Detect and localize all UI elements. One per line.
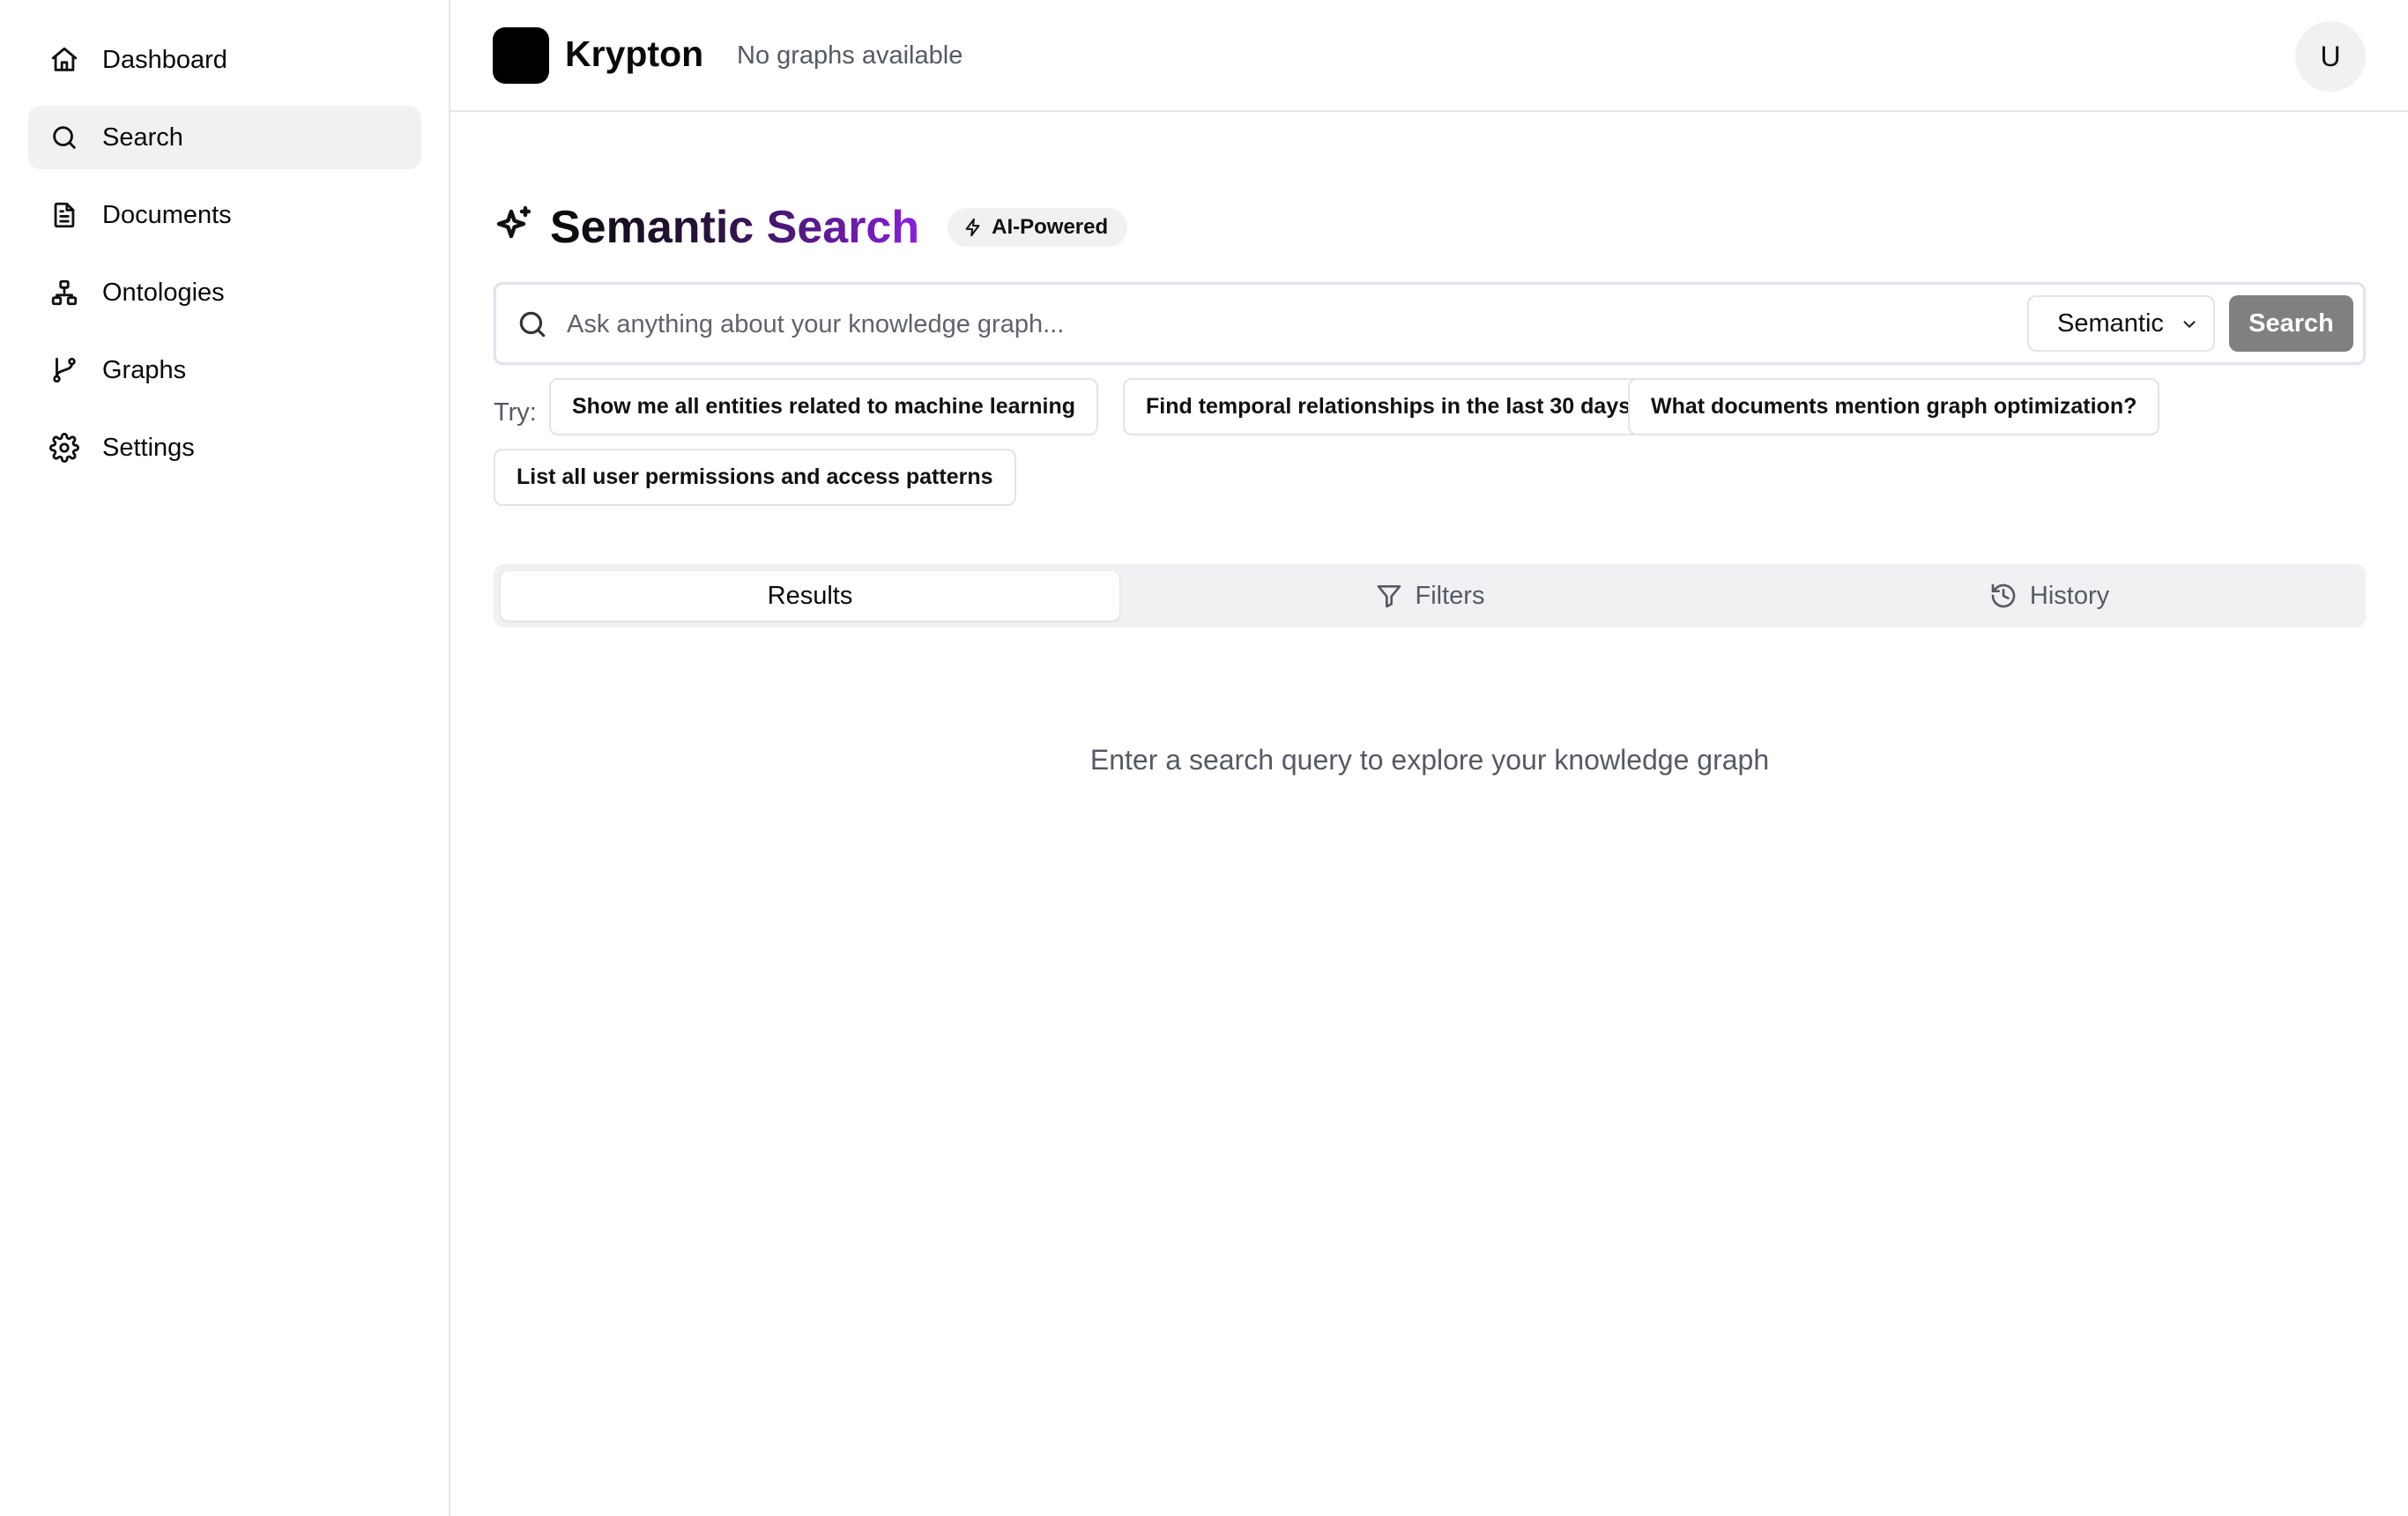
avatar[interactable]: U bbox=[2295, 21, 2366, 92]
graph-status: No graphs available bbox=[737, 41, 963, 70]
top-header: Krypton No graphs available U bbox=[450, 0, 2408, 112]
git-branch-icon bbox=[49, 355, 79, 385]
try-label: Try: bbox=[494, 398, 537, 427]
empty-state-message: Enter a search query to explore your kno… bbox=[1089, 744, 1770, 776]
search-button[interactable]: Search bbox=[2229, 295, 2353, 352]
sparkles-icon bbox=[494, 204, 536, 251]
page-title-part2: Search bbox=[766, 202, 920, 253]
tab-label: Filters bbox=[1415, 581, 1485, 610]
lightning-icon bbox=[965, 218, 980, 237]
sidebar-nav: Dashboard Search Documents Ontologies Gr… bbox=[28, 28, 421, 494]
chevron-down-icon bbox=[2180, 315, 2199, 334]
search-mode-select[interactable]: Semantic bbox=[2027, 295, 2215, 352]
app-root: Dashboard Search Documents Ontologies Gr… bbox=[0, 0, 2408, 1516]
sidebar-item-label: Search bbox=[102, 123, 183, 152]
suggestion-chip[interactable]: List all user permissions and access pat… bbox=[494, 449, 1016, 506]
search-bar: Semantic Search bbox=[494, 282, 2366, 365]
search-icon bbox=[49, 123, 79, 152]
app-logo[interactable] bbox=[493, 27, 549, 84]
page-title-part1: Semantic bbox=[550, 202, 754, 253]
sidebar-item-label: Settings bbox=[102, 433, 195, 462]
filter-icon bbox=[1377, 585, 1401, 608]
history-icon bbox=[1991, 583, 2016, 608]
sidebar-item-label: Graphs bbox=[102, 355, 187, 384]
page-title: Semantic Search bbox=[550, 201, 919, 254]
document-icon bbox=[49, 200, 79, 230]
sidebar-item-label: Ontologies bbox=[102, 278, 225, 307]
sidebar-item-ontologies[interactable]: Ontologies bbox=[28, 261, 421, 324]
sidebar-item-label: Dashboard bbox=[102, 45, 227, 74]
suggestion-chip[interactable]: Find temporal relationships in the last … bbox=[1123, 378, 1654, 435]
sidebar-item-documents[interactable]: Documents bbox=[28, 183, 421, 247]
sidebar-item-settings[interactable]: Settings bbox=[28, 416, 421, 479]
sidebar-item-search[interactable]: Search bbox=[28, 106, 421, 169]
tab-results[interactable]: Results bbox=[501, 571, 1119, 621]
sidebar-item-dashboard[interactable]: Dashboard bbox=[28, 28, 421, 92]
ai-badge-label: AI-Powered bbox=[992, 215, 1109, 239]
ai-powered-badge: AI-Powered bbox=[948, 208, 1128, 247]
results-tabs: Results Filters History bbox=[494, 564, 2366, 628]
suggestion-chip[interactable]: Show me all entities related to machine … bbox=[549, 378, 1098, 435]
search-input[interactable] bbox=[567, 301, 1977, 348]
tab-label: Results bbox=[767, 581, 853, 610]
sidebar: Dashboard Search Documents Ontologies Gr… bbox=[0, 0, 450, 1516]
home-icon bbox=[49, 45, 79, 75]
sidebar-item-label: Documents bbox=[102, 200, 232, 229]
tab-filters[interactable]: Filters bbox=[1120, 571, 1739, 621]
search-mode-value: Semantic bbox=[2057, 308, 2164, 338]
search-icon bbox=[516, 308, 549, 341]
tab-label: History bbox=[2029, 581, 2110, 610]
app-name[interactable]: Krypton bbox=[565, 33, 703, 75]
suggestion-chip[interactable]: What documents mention graph optimizatio… bbox=[1628, 378, 2160, 435]
network-icon bbox=[49, 278, 79, 308]
gear-icon bbox=[49, 433, 79, 463]
page-title-row: Semantic Search AI-Powered bbox=[494, 201, 1128, 254]
sidebar-item-graphs[interactable]: Graphs bbox=[28, 338, 421, 402]
tab-history[interactable]: History bbox=[1740, 571, 2359, 621]
